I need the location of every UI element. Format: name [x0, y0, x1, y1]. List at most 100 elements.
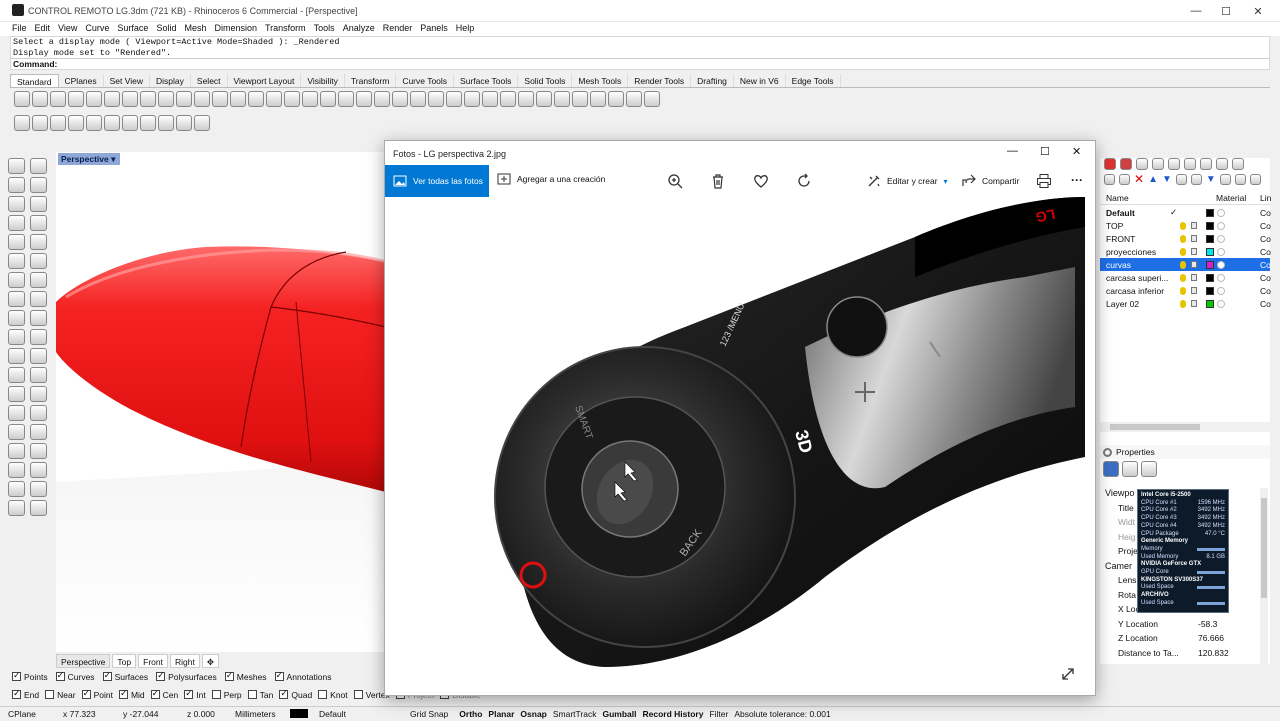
toolbar-tab-cplanes[interactable]: CPlanes: [59, 74, 104, 87]
osnap-mid[interactable]: Mid: [118, 688, 145, 702]
status-layer[interactable]: Default: [282, 707, 402, 720]
status-filter[interactable]: Filter: [706, 707, 731, 720]
object-page-icon[interactable]: [1122, 461, 1138, 477]
layer-linetype[interactable]: Co: [1260, 247, 1271, 257]
material-sphere-icon[interactable]: [1217, 208, 1225, 217]
layer-tools-icon[interactable]: [1175, 174, 1187, 185]
photos-minimize-button[interactable]: —: [1007, 145, 1018, 157]
filter-icon[interactable]: ▼: [1206, 174, 1216, 188]
left-tool-icon-20[interactable]: [30, 329, 47, 345]
left-tool-icon-17[interactable]: [8, 310, 25, 326]
new-sublayer-icon[interactable]: [1119, 174, 1130, 185]
standard-tool-icon-27[interactable]: [482, 91, 498, 107]
properties-scroll-thumb[interactable]: [1261, 498, 1267, 598]
layer-linetype[interactable]: Co: [1260, 299, 1271, 309]
render-tab-icon[interactable]: [1120, 158, 1132, 170]
clipping-tab-icon[interactable]: [1232, 158, 1244, 170]
left-tool-icon-25[interactable]: [8, 386, 25, 402]
zoom-in-icon[interactable]: [667, 173, 683, 189]
secondary-tool-icon-5[interactable]: [86, 115, 102, 131]
material-sphere-icon[interactable]: [1217, 286, 1225, 295]
osnap-quad[interactable]: Quad: [279, 688, 312, 702]
display-tab-icon[interactable]: [1184, 158, 1196, 170]
delete-layer-icon[interactable]: ✕: [1134, 173, 1144, 188]
layer-col-material[interactable]: Material: [1216, 193, 1246, 203]
tab-front[interactable]: Front: [138, 654, 168, 668]
left-tool-icon-18[interactable]: [30, 310, 47, 326]
move-up-icon[interactable]: ▲: [1148, 174, 1158, 188]
standard-tool-icon-20[interactable]: [356, 91, 372, 107]
standard-tool-icon-18[interactable]: [320, 91, 336, 107]
left-tool-icon-38[interactable]: [30, 500, 47, 516]
layer-row[interactable]: carcasa superi... Co: [1100, 271, 1271, 284]
left-tool-icon-14[interactable]: [30, 272, 47, 288]
lock-icon[interactable]: [1191, 261, 1197, 268]
lock-icon[interactable]: [1191, 235, 1197, 242]
visibility-bulb-icon[interactable]: [1180, 221, 1186, 230]
render-page-icon[interactable]: [1141, 461, 1157, 477]
toolbar-tab-curve-tools[interactable]: Curve Tools: [396, 74, 455, 87]
layer-color-swatch[interactable]: [1206, 299, 1214, 308]
layer-linetype[interactable]: Co: [1260, 234, 1271, 244]
layer-name[interactable]: carcasa inferior: [1106, 286, 1164, 296]
filter-surfaces[interactable]: Surfaces: [102, 670, 148, 686]
standard-tool-icon-13[interactable]: [230, 91, 246, 107]
z-location-value[interactable]: 76.666: [1198, 631, 1224, 646]
left-tool-icon-13[interactable]: [8, 272, 25, 288]
status-grid-snap[interactable]: Grid Snap: [402, 707, 456, 720]
standard-tool-icon-4[interactable]: [68, 91, 84, 107]
layer-name[interactable]: proyecciones: [1106, 247, 1156, 257]
osnap-point[interactable]: Point: [81, 688, 113, 702]
layer-row[interactable]: Default ✓ Co: [1100, 206, 1271, 219]
standard-tool-icon-8[interactable]: [140, 91, 156, 107]
checkbox-icon[interactable]: [12, 688, 21, 699]
left-tool-icon-30[interactable]: [30, 424, 47, 440]
status-ortho[interactable]: Ortho: [456, 707, 485, 720]
osnap-int[interactable]: Int: [184, 688, 206, 702]
layer-col-linetype[interactable]: Lin: [1260, 193, 1271, 203]
menu-dimension[interactable]: Dimension: [212, 22, 263, 36]
lock-icon[interactable]: [1191, 274, 1197, 281]
material-sphere-icon[interactable]: [1217, 260, 1225, 269]
delete-icon[interactable]: [711, 173, 725, 189]
left-tool-icon-28[interactable]: [30, 405, 47, 421]
status-smarttrack[interactable]: SmartTrack: [550, 707, 600, 720]
filter-polysurfaces[interactable]: Polysurfaces: [156, 670, 217, 686]
layer-row[interactable]: Layer 02 Co: [1100, 297, 1271, 310]
command-prompt[interactable]: Command:: [11, 58, 1269, 70]
y-location-value[interactable]: -58.3: [1198, 617, 1217, 632]
left-tool-icon-35[interactable]: [8, 481, 25, 497]
checkbox-icon[interactable]: [118, 688, 128, 699]
left-tool-icon-4[interactable]: [30, 177, 47, 193]
more-options-button[interactable]: ···: [1071, 173, 1083, 187]
standard-tool-icon-21[interactable]: [374, 91, 390, 107]
lock-icon[interactable]: [1191, 300, 1197, 307]
left-tool-icon-1[interactable]: [8, 158, 25, 174]
layer-name[interactable]: FRONT: [1106, 234, 1135, 244]
status-gumball[interactable]: Gumball: [599, 707, 639, 720]
menu-file[interactable]: File: [10, 22, 33, 36]
left-tool-icon-23[interactable]: [8, 367, 25, 383]
status-cplane[interactable]: CPlane: [0, 707, 55, 720]
toolbar-tab-edge-tools[interactable]: Edge Tools: [786, 74, 841, 87]
properties-scrollbar[interactable]: [1260, 488, 1268, 664]
toolbar-tab-display[interactable]: Display: [150, 74, 191, 87]
menu-tools[interactable]: Tools: [312, 22, 341, 36]
menu-mesh[interactable]: Mesh: [182, 22, 212, 36]
menu-edit[interactable]: Edit: [33, 22, 57, 36]
toolbar-tab-select[interactable]: Select: [191, 74, 228, 87]
material-sphere-icon[interactable]: [1217, 247, 1225, 256]
standard-tool-icon-11[interactable]: [194, 91, 210, 107]
standard-tool-icon-9[interactable]: [158, 91, 174, 107]
layer-color-swatch[interactable]: [1206, 208, 1214, 217]
toolbar-tab-standard[interactable]: Standard: [10, 74, 59, 87]
osnap-near[interactable]: Near: [45, 690, 76, 702]
left-tool-icon-16[interactable]: [30, 291, 47, 307]
photo-canvas[interactable]: LG BACK SMART 123 /MENU 3D: [385, 197, 1095, 675]
layer-name[interactable]: carcasa superi...: [1106, 273, 1168, 283]
toolbar-tab-set-view[interactable]: Set View: [104, 74, 151, 87]
new-layer-icon[interactable]: [1104, 174, 1115, 185]
menu-analyze[interactable]: Analyze: [341, 22, 381, 36]
secondary-tool-icon-6[interactable]: [104, 115, 120, 131]
left-tool-icon-7[interactable]: [8, 215, 25, 231]
